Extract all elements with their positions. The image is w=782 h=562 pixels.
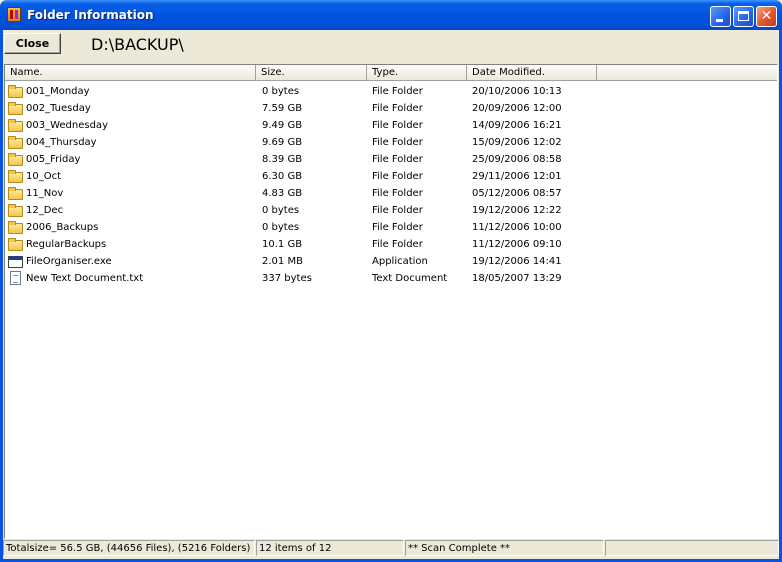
app-icon[interactable] <box>7 7 21 22</box>
file-date-cell: 20/10/2006 10:13 <box>472 86 562 97</box>
minimize-icon <box>711 7 730 26</box>
file-name-cell: 12_Dec <box>26 205 64 216</box>
file-type-cell: File Folder <box>372 188 423 199</box>
file-name-cell: 005_Friday <box>26 154 81 165</box>
window-title: Folder Information <box>27 8 154 22</box>
file-type-cell: File Folder <box>372 137 423 148</box>
file-type-cell: File Folder <box>372 171 423 182</box>
list-header: Name. Size. Type. Date Modified. <box>5 65 777 81</box>
file-size-cell: 337 bytes <box>262 273 312 284</box>
file-date-cell: 05/12/2006 08:57 <box>472 188 562 199</box>
file-type-cell: Application <box>372 256 428 267</box>
file-list[interactable]: Name. Size. Type. Date Modified. 001_Mon… <box>4 64 778 539</box>
folder-icon <box>8 153 23 166</box>
status-totals: Totalsize= 56.5 GB, (44656 Files), (5216… <box>3 540 255 556</box>
file-type-cell: File Folder <box>372 154 423 165</box>
file-name-cell: 10_Oct <box>26 171 62 182</box>
application-icon <box>8 256 23 268</box>
folder-icon <box>8 119 23 132</box>
file-date-cell: 11/12/2006 10:00 <box>472 222 562 233</box>
file-size-cell: 0 bytes <box>262 205 300 216</box>
file-name-cell: New Text Document.txt <box>26 273 144 284</box>
column-header-type[interactable]: Type. <box>367 65 467 81</box>
folder-icon <box>8 170 23 183</box>
file-size-cell: 8.39 GB <box>262 154 303 165</box>
file-type-cell: File Folder <box>372 86 423 97</box>
file-type-cell: File Folder <box>372 239 423 250</box>
file-type-cell: File Folder <box>372 205 423 216</box>
table-row[interactable]: 12_Dec 0 bytes File Folder 19/12/2006 12:22 <box>5 202 777 219</box>
status-message: ** Scan Complete ** <box>405 540 604 556</box>
folder-icon <box>8 238 23 251</box>
file-type-cell: File Folder <box>372 120 423 131</box>
file-size-cell: 7.59 GB <box>262 103 303 114</box>
file-size-cell: 4.83 GB <box>262 188 303 199</box>
status-extra <box>605 540 779 556</box>
file-name-cell: 2006_Backups <box>26 222 99 233</box>
table-row[interactable]: 10_Oct 6.30 GB File Folder 29/11/2006 12:01 <box>5 168 777 185</box>
folder-icon <box>8 204 23 217</box>
folder-icon <box>8 102 23 115</box>
file-name-cell: 002_Tuesday <box>26 103 91 114</box>
column-header-name[interactable]: Name. <box>5 65 256 81</box>
file-date-cell: 14/09/2006 16:21 <box>472 120 562 131</box>
table-row[interactable]: 001_Monday 0 bytes File Folder 20/10/2006 1… <box>5 83 777 100</box>
file-date-cell: 19/12/2006 12:22 <box>472 205 562 216</box>
close-button[interactable]: Close <box>4 33 61 54</box>
file-name-cell: RegularBackups <box>26 239 107 250</box>
title-bar[interactable]: Folder Information ✕ <box>0 0 782 30</box>
table-row[interactable]: 2006_Backups 0 bytes File Folder 11/12/2006… <box>5 219 777 236</box>
table-row[interactable]: 005_Friday 8.39 GB File Folder 25/09/2006 0… <box>5 151 777 168</box>
file-size-cell: 2.01 MB <box>262 256 303 267</box>
column-header-date-modified[interactable]: Date Modified. <box>467 65 597 81</box>
column-header-size[interactable]: Size. <box>256 65 367 81</box>
file-date-cell: 29/11/2006 12:01 <box>472 171 562 182</box>
folder-icon <box>8 136 23 149</box>
folder-icon <box>8 85 23 98</box>
file-type-cell: Text Document <box>372 273 448 284</box>
table-row[interactable]: RegularBackups 10.1 GB File Folder 11/12/20… <box>5 236 777 253</box>
folder-icon <box>8 221 23 234</box>
folder-information-window: Folder Information ✕ Close D:\BACKUP\ Na… <box>0 0 782 562</box>
maximize-button[interactable] <box>733 6 754 27</box>
file-date-cell: 18/05/2007 13:29 <box>472 273 562 284</box>
file-name-cell: FileOrganiser.exe <box>26 256 112 267</box>
status-bar: Totalsize= 56.5 GB, (44656 Files), (5216… <box>3 540 779 557</box>
column-header-filler <box>597 65 777 81</box>
file-type-cell: File Folder <box>372 222 423 233</box>
close-window-button[interactable]: ✕ <box>756 6 777 27</box>
file-name-cell: 11_Nov <box>26 188 64 199</box>
file-size-cell: 9.69 GB <box>262 137 303 148</box>
file-date-cell: 25/09/2006 08:58 <box>472 154 562 165</box>
file-size-cell: 0 bytes <box>262 222 300 233</box>
table-row[interactable]: New Text Document.txt 337 bytes Text Docum… <box>5 270 777 287</box>
file-name-cell: 003_Wednesday <box>26 120 108 131</box>
close-icon: ✕ <box>760 8 773 24</box>
table-row[interactable]: 002_Tuesday 7.59 GB File Folder 20/09/2006 … <box>5 100 777 117</box>
file-size-cell: 9.49 GB <box>262 120 303 131</box>
file-type-cell: File Folder <box>372 103 423 114</box>
file-size-cell: 6.30 GB <box>262 171 303 182</box>
window-client-area: Close D:\BACKUP\ Name. Size. Type. Date … <box>3 30 779 559</box>
file-size-cell: 10.1 GB <box>262 239 303 250</box>
status-item-count: 12 items of 12 <box>256 540 404 556</box>
file-name-cell: 001_Monday <box>26 86 90 97</box>
file-date-cell: 19/12/2006 14:41 <box>472 256 562 267</box>
table-row[interactable]: 004_Thursday 9.69 GB File Folder 15/09/2006… <box>5 134 777 151</box>
table-row[interactable]: 11_Nov 4.83 GB File Folder 05/12/2006 08:57 <box>5 185 777 202</box>
minimize-button[interactable] <box>710 6 731 27</box>
file-date-cell: 11/12/2006 09:10 <box>472 239 562 250</box>
text-document-icon <box>10 271 21 285</box>
file-name-cell: 004_Thursday <box>26 137 97 148</box>
file-date-cell: 15/09/2006 12:02 <box>472 137 562 148</box>
file-date-cell: 20/09/2006 12:00 <box>472 103 562 114</box>
folder-path: D:\BACKUP\ <box>91 35 184 54</box>
file-size-cell: 0 bytes <box>262 86 300 97</box>
table-row[interactable]: FileOrganiser.exe 2.01 MB Application 19/12… <box>5 253 777 270</box>
table-row[interactable]: 003_Wednesday 9.49 GB File Folder 14/09/200… <box>5 117 777 134</box>
maximize-icon <box>734 7 753 26</box>
folder-icon <box>8 187 23 200</box>
